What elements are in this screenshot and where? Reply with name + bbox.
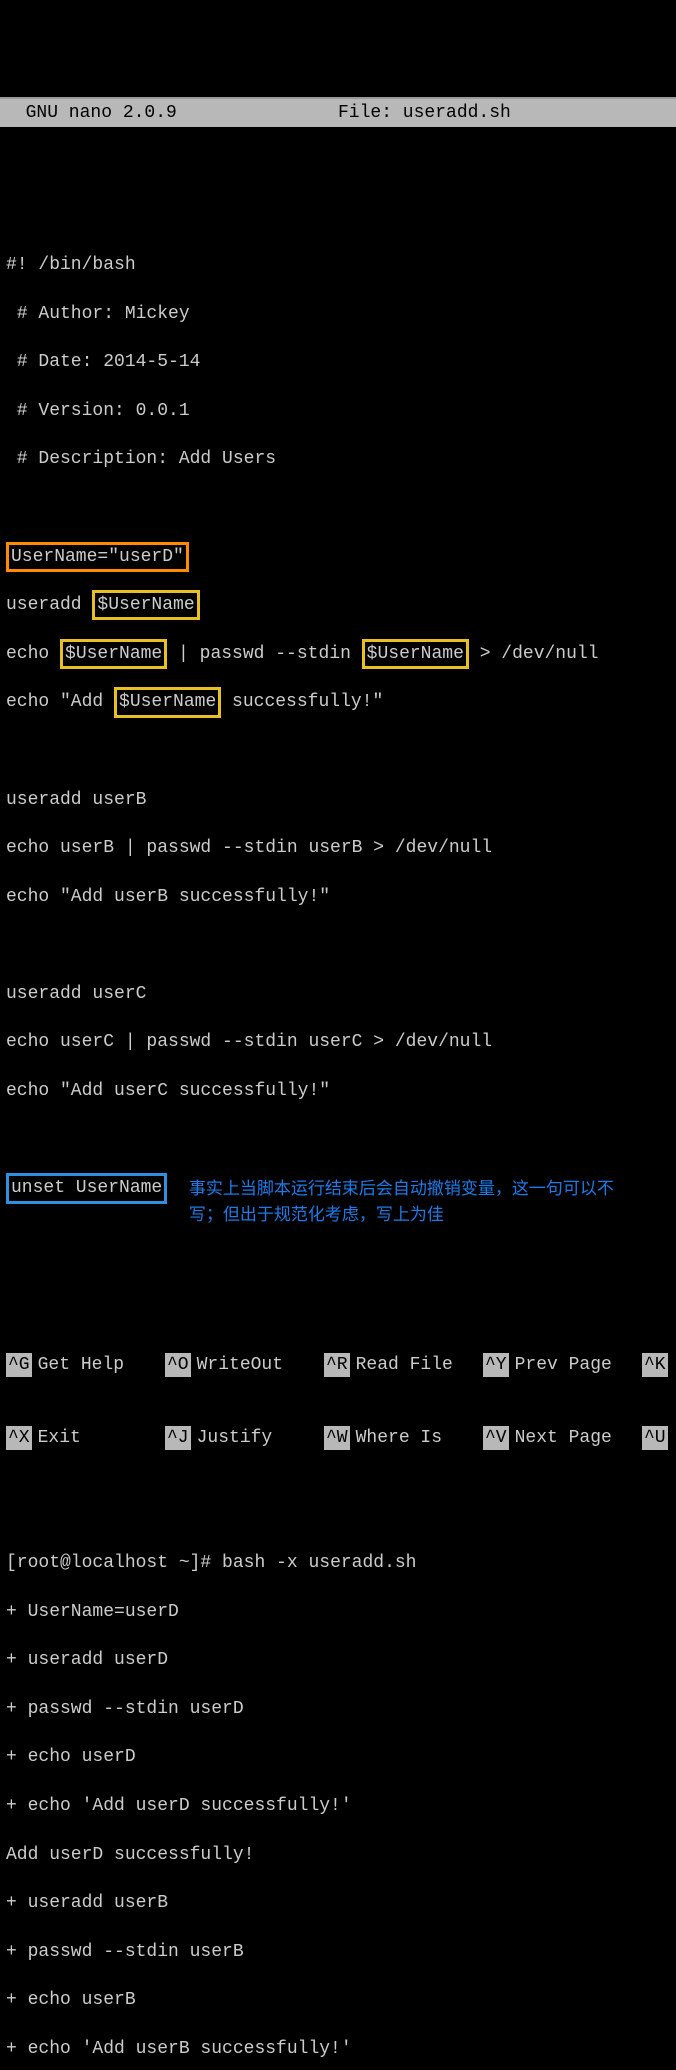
code-line: UserName="userD": [6, 545, 670, 569]
code-line: #! /bin/bash: [6, 253, 670, 277]
highlight-variable-ref: $UserName: [362, 639, 469, 669]
code-line: echo userB | passwd --stdin userB > /dev…: [6, 836, 670, 860]
terminal-output-line: + passwd --stdin userD: [6, 1697, 670, 1721]
shortcut-uncut[interactable]: ^U: [642, 1426, 670, 1450]
terminal-output-line: + echo 'Add userD successfully!': [6, 1794, 670, 1818]
shortcut-where-is[interactable]: ^WWhere Is: [324, 1426, 483, 1450]
code-line: echo $UserName | passwd --stdin $UserNam…: [6, 642, 670, 666]
shortcut-writeout[interactable]: ^OWriteOut: [165, 1353, 324, 1377]
shortcut-row: ^XExit ^JJustify ^WWhere Is ^VNext Page …: [6, 1426, 670, 1450]
nano-app-name: GNU nano 2.0.9: [4, 101, 338, 125]
terminal-output-line: + echo 'Add userB successfully!': [6, 2037, 670, 2061]
code-line: [6, 496, 670, 520]
code-line: [6, 1128, 670, 1152]
shortcut-cut[interactable]: ^K: [642, 1353, 670, 1377]
code-line: echo "Add $UserName successfully!": [6, 690, 670, 714]
shortcut-next-page[interactable]: ^VNext Page: [483, 1426, 642, 1450]
terminal-output-line: + UserName=userD: [6, 1600, 670, 1624]
terminal-output-line: + passwd --stdin userB: [6, 1940, 670, 1964]
code-line: unset UserName 事实上当脚本运行结束后会自动撤销变量，这一句可以不…: [6, 1176, 670, 1227]
code-line: echo "Add userC successfully!": [6, 1079, 670, 1103]
terminal-output-line: + useradd userB: [6, 1891, 670, 1915]
highlight-variable-ref: $UserName: [60, 639, 167, 669]
code-line: useradd $UserName: [6, 593, 670, 617]
shortcut-prev-page[interactable]: ^YPrev Page: [483, 1353, 642, 1377]
nano-shortcut-bar: ^GGet Help ^OWriteOut ^RRead File ^YPrev…: [0, 1304, 676, 1474]
highlight-variable-assignment: UserName="userD": [6, 542, 189, 572]
highlight-unset: unset UserName: [6, 1173, 167, 1203]
nano-file-name: File: useradd.sh: [338, 101, 672, 125]
code-line: useradd userC: [6, 982, 670, 1006]
terminal-command: bash -x useradd.sh: [222, 1553, 416, 1573]
code-line: # Date: 2014-5-14: [6, 350, 670, 374]
terminal-prompt: [root@localhost ~]#: [6, 1553, 222, 1573]
code-line: [6, 204, 670, 228]
terminal-prompt-line: [root@localhost ~]# bash -x useradd.sh: [6, 1551, 670, 1575]
highlight-variable-ref: $UserName: [114, 687, 221, 717]
code-line: # Description: Add Users: [6, 447, 670, 471]
terminal-output-line: + echo userD: [6, 1745, 670, 1769]
terminal-output-line: Add userD successfully!: [6, 1843, 670, 1867]
code-line: [6, 739, 670, 763]
terminal-output-line: + useradd userD: [6, 1648, 670, 1672]
shortcut-row: ^GGet Help ^OWriteOut ^RRead File ^YPrev…: [6, 1353, 670, 1377]
terminal-area[interactable]: [root@localhost ~]# bash -x useradd.sh +…: [0, 1523, 676, 2070]
shortcut-justify[interactable]: ^JJustify: [165, 1426, 324, 1450]
shortcut-get-help[interactable]: ^GGet Help: [6, 1353, 165, 1377]
annotation-text: 事实上当脚本运行结束后会自动撤销变量，这一句可以不写；但出于规范化考虑，写上为佳: [189, 1176, 629, 1227]
terminal-output-line: + echo userB: [6, 1988, 670, 2012]
code-line: # Version: 0.0.1: [6, 399, 670, 423]
code-line: echo "Add userB successfully!": [6, 885, 670, 909]
code-line: # Author: Mickey: [6, 302, 670, 326]
shortcut-read-file[interactable]: ^RRead File: [324, 1353, 483, 1377]
shortcut-exit[interactable]: ^XExit: [6, 1426, 165, 1450]
code-line: useradd userB: [6, 788, 670, 812]
code-line: echo userC | passwd --stdin userC > /dev…: [6, 1030, 670, 1054]
nano-title-bar: GNU nano 2.0.9 File: useradd.sh: [0, 97, 676, 127]
code-line: [6, 933, 670, 957]
highlight-variable-ref: $UserName: [92, 590, 199, 620]
nano-editor-area[interactable]: #! /bin/bash # Author: Mickey # Date: 20…: [0, 176, 676, 1255]
